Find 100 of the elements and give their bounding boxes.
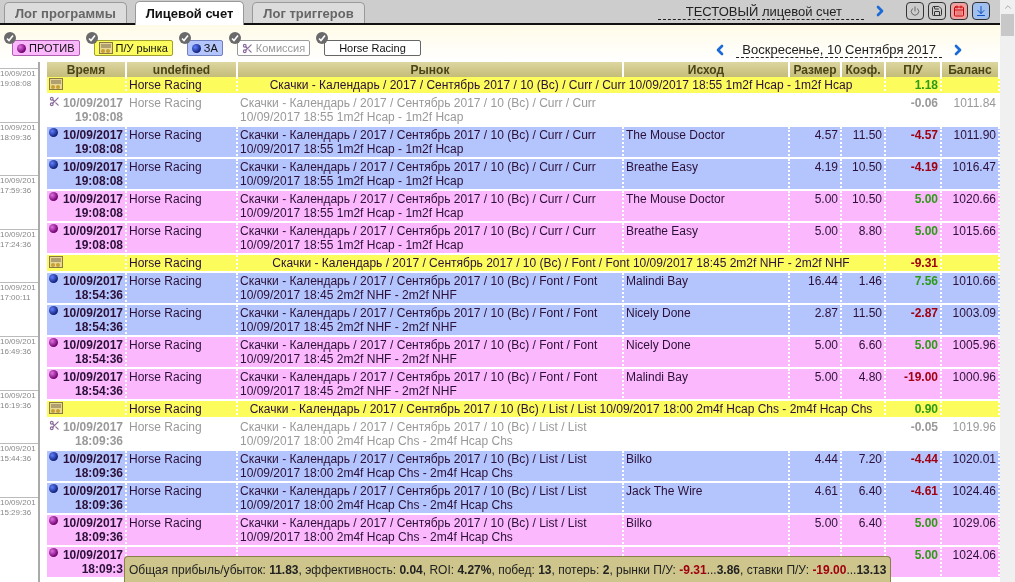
odds-value: 11.50 (852, 128, 882, 142)
bet-time: 10/09/2017 18:09:36 (62, 420, 123, 448)
timeline-stamp: 10/09/201 19:08:08 (0, 68, 38, 89)
stake-value: 5.00 (814, 370, 838, 384)
sport-name: Horse Racing (129, 306, 202, 320)
column-header[interactable]: Рынок (238, 62, 624, 77)
stake-value: 4.19 (814, 160, 838, 174)
odds-value: 4.80 (858, 370, 882, 384)
sport-name: Horse Racing (129, 96, 202, 110)
balance-value: 1011.84 (953, 96, 996, 110)
profit-loss: -4.57 (910, 128, 938, 142)
tab[interactable]: Лог триггеров (252, 2, 365, 23)
stake-value: 5.00 (814, 338, 838, 352)
runner-name: Nicely Done (626, 338, 691, 352)
tab[interactable]: Лог программы (4, 2, 127, 23)
balance-value: 1024.06 (952, 548, 996, 562)
column-header[interactable]: Время (47, 62, 127, 77)
summary-tooltip: Общая прибыль/убыток: 11.83, эффективность: 0.04, ROI: 4.27%, побед: 13, потерь: 2, рынки П/У: -9.31...3.86, ставки П/У: -19.00...13.13 (124, 556, 892, 582)
sport-name: Horse Racing (129, 420, 202, 434)
sport-name: Horse Racing (129, 256, 202, 270)
balance-value: 1003.09 (952, 306, 996, 320)
tab[interactable]: Лицевой счет (134, 1, 245, 25)
money-icon (98, 42, 113, 54)
market-name: Скачки - Календарь / 2017 / Сентябрь 2017 / 10 (Вс) / Font / Font 10/09/2017 18:45 2m2f NHF - 2m2f NHF (240, 370, 598, 398)
download-button[interactable] (972, 2, 990, 20)
stake-value: 4.57 (814, 128, 838, 142)
odds-value: 8.80 (858, 224, 882, 238)
bet-time: 10/09/2017 18:54:36 (62, 274, 123, 302)
filter-chip[interactable]: ЗА (186, 40, 223, 56)
odds-value: 11.50 (852, 306, 882, 320)
market-name: Скачки - Календарь / 2017 / Сентябрь 2017 / 10 (Вс) / Curr / Curr 10/09/2017 18:55 1m2f Hcap - 1m2f Hcap (240, 128, 596, 156)
balance-value: 1011.90 (953, 128, 996, 142)
market-name: Скачки - Календарь / 2017 / Сентябрь 2017 / 10 (Вс) / Curr / Curr 10/09/2017 18:55 1m2f Hcap - 1m2f Hcap (240, 192, 596, 220)
check-icon[interactable] (85, 32, 98, 44)
profit-loss: -0.06 (910, 96, 938, 110)
runner-name: Malindi Bay (626, 274, 689, 288)
filter-chip[interactable]: П/У рынка (93, 40, 173, 56)
market-name: Скачки - Календарь / 2017 / Сентябрь 2017 / 10 (Вс) / List / List 10/09/2017 18:00 2m4f Hcap Chs - 2m4f Hcap Chs (240, 452, 587, 480)
bet-time: 10/09/2017 19:08:08 (62, 192, 123, 220)
sport-name: Horse Racing (129, 484, 202, 498)
stake-value: 4.61 (814, 484, 838, 498)
odds-value: 10.50 (851, 160, 882, 174)
filter-chip[interactable]: Комиссия (236, 40, 311, 56)
scrollbar-thumb[interactable] (1001, 14, 1014, 36)
timeline-stamp: 10/09/201 16:49:36 (0, 335, 38, 357)
date-picker[interactable]: Воскресенье, 10 Сентября 2017 (736, 42, 942, 58)
odds-value: 1.46 (858, 274, 882, 288)
runner-name: Nicely Done (626, 306, 691, 320)
column-header[interactable]: П/У (886, 62, 942, 77)
timeline-stamp: 10/09/201 17:24:36 (0, 228, 38, 250)
balance-value: 1000.96 (952, 370, 996, 384)
download-icon (975, 5, 987, 17)
odds-value: 6.40 (858, 516, 882, 530)
market-name: Скачки - Календарь / 2017 / Сентябрь 2017 / 10 (Вс) / Curr / Curr 10/09/2017 18:55 1m2f Hcap - 1m2f Hcap (240, 224, 596, 252)
filter-chip[interactable]: ПРОТИВ (12, 40, 80, 56)
balance-value: 1005.96 (952, 338, 996, 352)
check-icon[interactable] (4, 32, 16, 44)
profit-loss: 7.56 (914, 274, 938, 288)
balance-value: 1020.66 (952, 192, 996, 206)
market-name: Скачки - Календарь / 2017 / Сентябрь 2017 / 10 (Вс) / Curr / Curr 10/09/2017 18:55 1m2f Hcap - 1m2f Hcap (240, 96, 596, 124)
bet-time: 10/09/2017 18:09:36 (62, 516, 123, 544)
profit-loss: -4.44 (910, 452, 938, 466)
filter-chip[interactable]: Horse Racing (324, 40, 421, 56)
bet-time: 10/09/2017 19:08:08 (62, 96, 123, 124)
bet-time: 10/09/2017 18:09:36 (62, 484, 123, 512)
balance-value: 1024.46 (952, 484, 996, 498)
profit-loss: 5.00 (914, 338, 938, 352)
account-link[interactable]: ТЕСТОВЫЙ лицевой счет (657, 4, 864, 20)
runner-name: Jack The Wire (626, 484, 703, 498)
market-name: Скачки - Календарь / 2017 / Сентябрь 2017 / 10 (Вс) / List / List 10/09/2017 18:00 2m4f Hcap Chs - 2m4f Hcap Chs (249, 402, 873, 416)
stake-value: 5.00 (814, 224, 838, 238)
sport-name: Horse Racing (129, 402, 202, 416)
column-header[interactable]: Баланс (942, 62, 1000, 77)
stake-value: 4.44 (814, 452, 838, 466)
timeline-stamp: 10/09/201 16:19:36 (0, 389, 38, 411)
column-header[interactable]: Размер (790, 62, 842, 77)
balance-value: 1020.01 (952, 452, 996, 466)
balance-value: 1015.66 (952, 224, 996, 238)
calendar-button[interactable] (950, 2, 968, 20)
stake-value: 5.00 (814, 516, 838, 530)
sport-name: Horse Racing (129, 128, 202, 142)
profit-loss: 1.18 (914, 78, 938, 92)
column-header[interactable]: undefined (127, 62, 238, 77)
check-icon[interactable] (228, 32, 241, 44)
bet-time: 10/09/2017 18:54:36 (62, 306, 123, 334)
market-name: Скачки - Календарь / 2017 / Сентябрь 2017 / 10 (Вс) / List / List 10/09/2017 18:00 2m4f Hcap Chs - 2m4f Hcap Chs (240, 516, 587, 544)
check-icon[interactable] (178, 32, 191, 44)
bet-time: 10/09/2017 18:09:36 (62, 452, 123, 480)
stake-value: 16.44 (807, 274, 838, 288)
sport-name: Horse Racing (129, 338, 202, 352)
save-icon (931, 5, 943, 17)
sport-name: Horse Racing (129, 160, 202, 174)
market-name: Скачки - Календарь / 2017 / Сентябрь 2017 / 10 (Вс) / List / List 10/09/2017 18:00 2m4f Hcap Chs - 2m4f Hcap Chs (240, 484, 587, 512)
save-button[interactable] (928, 2, 946, 20)
check-icon[interactable] (316, 32, 329, 44)
balance-value: 1019.96 (952, 420, 996, 434)
power-button[interactable] (906, 2, 924, 20)
column-header[interactable]: Исход (624, 62, 790, 77)
column-header[interactable]: Коэф. (842, 62, 886, 77)
runner-name: Bilko (626, 516, 652, 530)
